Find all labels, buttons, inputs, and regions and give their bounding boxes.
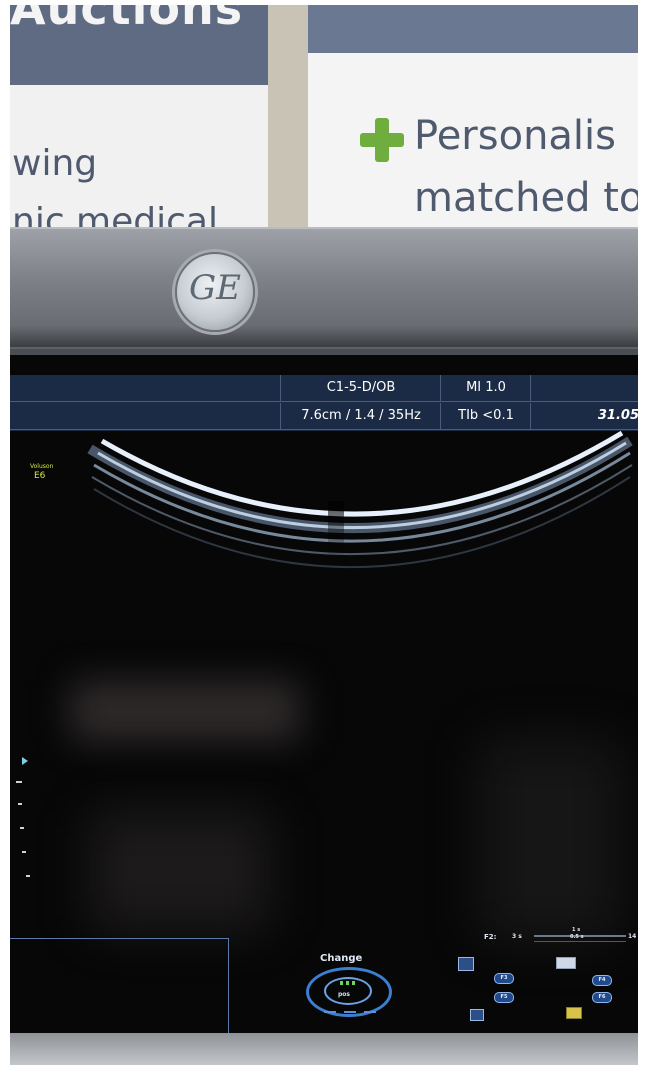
f2-value: 3 s [512, 933, 522, 940]
scale-sub-label: 0.5 s [570, 934, 584, 940]
softkey-f4[interactable]: F4 [592, 975, 612, 986]
poster-left: Auctions wing nic medical [10, 5, 268, 230]
change-dial[interactable]: pos [306, 967, 392, 1017]
info-cell-empty-1 [10, 375, 280, 401]
info-row-2: 7.6cm / 1.4 / 35Hz TIb <0.1 31.05 [10, 403, 638, 430]
dial-dash [344, 1011, 356, 1013]
f2-label: F2: [484, 933, 497, 941]
scale-top-label: 1 s [572, 927, 581, 933]
poster-left-heading: Auctions [10, 5, 244, 35]
right-value: 14 [628, 933, 637, 940]
haze-1 [70, 681, 300, 741]
ultrasound-screen: C1-5-D/OB MI 1.0 7.6cm / 1.4 / 35Hz TIb … [10, 355, 638, 1035]
softkey-f5[interactable]: F5 [494, 992, 514, 1003]
depth-mark [22, 851, 26, 853]
poster-left-line1: wing [12, 143, 98, 184]
dial-indicator-dots [340, 981, 356, 985]
storage-icon[interactable] [470, 1009, 484, 1021]
value-label: 31.05 [530, 403, 638, 429]
dial-dash [364, 1011, 376, 1013]
params-label: 7.6cm / 1.4 / 35Hz [280, 403, 441, 429]
video-print-icon[interactable] [566, 1007, 582, 1019]
probe-label: C1-5-D/OB [280, 375, 441, 401]
depth-arrow-icon [22, 757, 28, 765]
haze-3 [480, 741, 620, 941]
info-cell-empty-2 [530, 375, 638, 401]
bottom-left-panel [10, 938, 229, 1035]
background-wall: Auctions wing nic medical Personalis mat… [10, 5, 638, 230]
tib-label: TIb <0.1 [440, 403, 531, 429]
poster-right-band [308, 5, 638, 53]
change-label: Change [320, 953, 363, 964]
depth-mark [16, 781, 22, 783]
plus-icon [360, 118, 404, 162]
info-cell-empty-3 [10, 403, 280, 429]
printer-icon[interactable] [556, 957, 576, 969]
depth-mark [26, 875, 30, 877]
softkey-f3[interactable]: F3 [494, 973, 514, 984]
dial-dash [324, 1011, 336, 1013]
screen-icon[interactable] [458, 957, 474, 971]
imaging-area [10, 430, 638, 951]
scale-bar-sub [534, 941, 626, 942]
haze-2 [90, 811, 270, 931]
logo-text: GE [189, 268, 241, 308]
poster-right-line1: Personalis [414, 113, 616, 159]
dial-label: pos [338, 991, 350, 998]
poster-right-line2: matched to [414, 175, 638, 221]
ge-logo: GE [175, 252, 255, 332]
poster-gap [268, 5, 308, 230]
info-row-1: C1-5-D/OB MI 1.0 [10, 375, 638, 402]
softkey-f6[interactable]: F6 [592, 992, 612, 1003]
poster-right: Personalis matched to [308, 5, 638, 230]
photo-frame: Auctions wing nic medical Personalis mat… [10, 5, 638, 1065]
depth-mark [18, 803, 22, 805]
bottom-bezel [10, 1033, 638, 1065]
mi-label: MI 1.0 [440, 375, 531, 401]
depth-mark [20, 827, 24, 829]
bezel-lip [10, 325, 638, 347]
info-bar: C1-5-D/OB MI 1.0 7.6cm / 1.4 / 35Hz TIb … [10, 375, 638, 431]
poster-left-line2: nic medical [12, 201, 218, 230]
